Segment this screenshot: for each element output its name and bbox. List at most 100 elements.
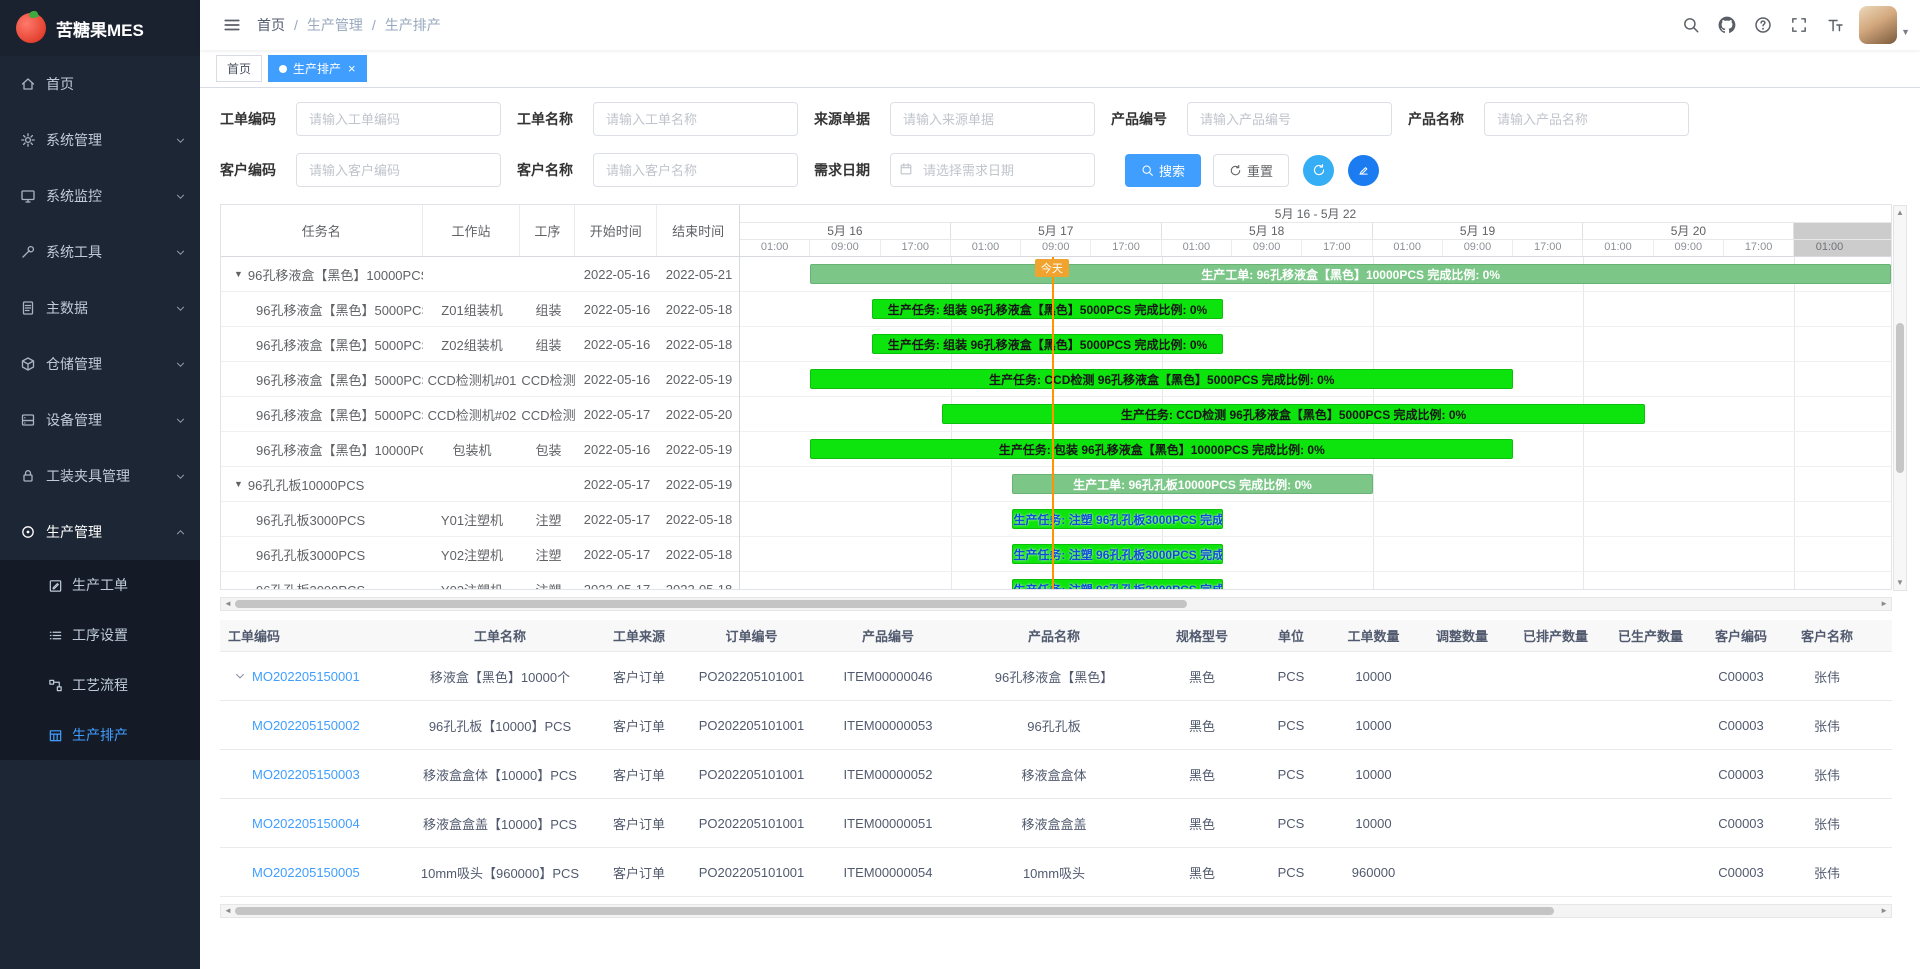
gantt-bar-8[interactable]: 生产任务: 注塑 96孔孔板3000PCS 完成比例: 0% <box>1012 544 1223 564</box>
refresh-circle-button[interactable] <box>1303 155 1334 186</box>
table-column-header-product_name[interactable]: 产品名称 <box>955 626 1153 645</box>
scroll-left-arrow[interactable]: ◄ <box>224 905 232 917</box>
gantt-task-row-2[interactable]: 96孔移液盒【黑色】5000PCSZ02组装机组装2022-05-162022-… <box>221 327 739 362</box>
user-menu[interactable]: ▼ <box>1859 6 1910 44</box>
filter-input-r2-0[interactable] <box>296 153 501 187</box>
sidebar-item-3[interactable]: 系统工具 <box>0 224 200 280</box>
tab-0[interactable]: 首页 <box>216 55 262 82</box>
fullscreen-icon[interactable] <box>1781 0 1817 50</box>
sidebar-item-7[interactable]: 工装夹具管理 <box>0 448 200 504</box>
scrollbar-thumb[interactable] <box>1896 323 1904 473</box>
gantt-bar-2[interactable]: 生产任务: 组装 96孔移液盒【黑色】5000PCS 完成比例: 0% <box>872 334 1223 354</box>
reset-button[interactable]: 重置 <box>1213 154 1289 187</box>
table-column-header-product_code[interactable]: 产品编号 <box>821 626 955 645</box>
table-column-header-demand_date[interactable]: 需求日期 <box>1870 626 1892 645</box>
breadcrumb-item-1[interactable]: 生产管理 <box>307 15 363 35</box>
order-code-link[interactable]: MO202205150002 <box>252 718 360 733</box>
search-button[interactable]: 搜索 <box>1125 154 1201 187</box>
gantt-bar-5[interactable]: 生产任务: 包装 96孔移液盒【黑色】10000PCS 完成比例: 0% <box>810 439 1513 459</box>
edit-circle-button[interactable] <box>1348 155 1379 186</box>
table-column-header-code[interactable]: 工单编码 <box>220 626 404 645</box>
table-column-header-source[interactable]: 工单来源 <box>596 626 682 645</box>
table-column-header-produced_qty[interactable]: 已生产数量 <box>1603 626 1698 645</box>
table-row-0[interactable]: MO202205150001移液盒【黑色】10000个客户订单PO2022051… <box>220 652 1892 701</box>
gantt-bar-0[interactable]: 生产工单: 96孔移液盒【黑色】10000PCS 完成比例: 0% <box>810 264 1891 284</box>
gantt-bar-6[interactable]: 生产工单: 96孔孔板10000PCS 完成比例: 0% <box>1012 474 1372 494</box>
order-code-link[interactable]: MO202205150005 <box>252 865 360 880</box>
font-size-icon[interactable] <box>1817 0 1853 50</box>
tab-close-icon[interactable]: × <box>348 62 356 75</box>
table-row-4[interactable]: MO20220515000510mm吸头【960000】PCS客户订单PO202… <box>220 848 1892 897</box>
filter-input-r1-1[interactable] <box>593 102 798 136</box>
gantt-task-row-7[interactable]: 96孔孔板3000PCSY01注塑机注塑2022-05-172022-05-18 <box>221 502 739 537</box>
avatar[interactable] <box>1859 6 1897 44</box>
sidebar-item-4[interactable]: 主数据 <box>0 280 200 336</box>
filter-input-r1-4[interactable] <box>1484 102 1689 136</box>
scrollbar-thumb[interactable] <box>235 907 1554 915</box>
collapse-caret-icon[interactable]: ▼ <box>234 269 243 279</box>
gantt-column-header-4[interactable]: 结束时间 <box>657 205 739 256</box>
gantt-task-row-5[interactable]: 96孔移液盒【黑色】10000PCS包装机包装2022-05-162022-05… <box>221 432 739 467</box>
filter-input-r2-1[interactable] <box>593 153 798 187</box>
table-horizontal-scrollbar[interactable]: ◄ ► <box>220 904 1892 918</box>
gantt-task-row-9[interactable]: 96孔孔板3000PCSY03注塑机注塑2022-05-172022-05-18 <box>221 572 739 589</box>
filter-input-r2-2[interactable] <box>890 153 1095 187</box>
tab-1[interactable]: 生产排产× <box>268 55 367 82</box>
expand-caret-icon[interactable] <box>234 670 246 682</box>
sidebar-subitem-3[interactable]: 生产排产 <box>0 710 200 760</box>
table-row-3[interactable]: MO202205150004移液盒盒盖【10000】PCS客户订单PO20220… <box>220 799 1892 848</box>
gantt-task-row-4[interactable]: 96孔移液盒【黑色】5000PCSCCD检测机#02CCD检测2022-05-1… <box>221 397 739 432</box>
gantt-bar-4[interactable]: 生产任务: CCD检测 96孔移液盒【黑色】5000PCS 完成比例: 0% <box>942 404 1645 424</box>
help-icon[interactable] <box>1745 0 1781 50</box>
gantt-bar-3[interactable]: 生产任务: CCD检测 96孔移液盒【黑色】5000PCS 完成比例: 0% <box>810 369 1513 389</box>
table-row-2[interactable]: MO202205150003移液盒盒体【10000】PCS客户订单PO20220… <box>220 750 1892 799</box>
sidebar-item-5[interactable]: 仓储管理 <box>0 336 200 392</box>
scrollbar-thumb[interactable] <box>235 600 1187 608</box>
filter-input-r1-3[interactable] <box>1187 102 1392 136</box>
table-column-header-unit[interactable]: 单位 <box>1251 626 1331 645</box>
scroll-left-arrow[interactable]: ◄ <box>224 598 232 610</box>
gantt-bar-7[interactable]: 生产任务: 注塑 96孔孔板3000PCS 完成比例: 0% <box>1012 509 1223 529</box>
scroll-right-arrow[interactable]: ► <box>1880 905 1888 917</box>
filter-input-r1-0[interactable] <box>296 102 501 136</box>
table-row-1[interactable]: MO20220515000296孔孔板【10000】PCS客户订单PO20220… <box>220 701 1892 750</box>
sidebar-item-8[interactable]: 生产管理 <box>0 504 200 560</box>
app-logo[interactable]: 苦糖果MES <box>0 0 200 56</box>
scroll-right-arrow[interactable]: ► <box>1880 598 1888 610</box>
gantt-column-header-3[interactable]: 开始时间 <box>575 205 657 256</box>
sidebar-item-0[interactable]: 首页 <box>0 56 200 112</box>
gantt-task-row-1[interactable]: 96孔移液盒【黑色】5000PCSZ01组装机组装2022-05-162022-… <box>221 292 739 327</box>
gantt-task-row-6[interactable]: ▼96孔孔板10000PCS2022-05-172022-05-19 <box>221 467 739 502</box>
sidebar-subitem-1[interactable]: 工序设置 <box>0 610 200 660</box>
sidebar-item-1[interactable]: 系统管理 <box>0 112 200 168</box>
gantt-task-row-0[interactable]: ▼96孔移液盒【黑色】10000PCS2022-05-162022-05-21 <box>221 257 739 292</box>
table-column-header-name[interactable]: 工单名称 <box>404 626 596 645</box>
order-code-link[interactable]: MO202205150001 <box>252 669 360 684</box>
order-code-link[interactable]: MO202205150003 <box>252 767 360 782</box>
collapse-caret-icon[interactable]: ▼ <box>234 479 243 489</box>
filter-input-r1-2[interactable] <box>890 102 1095 136</box>
github-icon[interactable] <box>1709 0 1745 50</box>
gantt-vertical-scrollbar[interactable]: ▲ ▼ <box>1893 205 1907 591</box>
breadcrumb-item-0[interactable]: 首页 <box>257 15 285 35</box>
table-column-header-scheduled_qty[interactable]: 已排产数量 <box>1508 626 1603 645</box>
gantt-column-header-1[interactable]: 工作站 <box>423 205 521 256</box>
hamburger-icon[interactable] <box>215 0 249 50</box>
table-column-header-order_no[interactable]: 订单编号 <box>682 626 821 645</box>
search-icon[interactable] <box>1673 0 1709 50</box>
scroll-up-arrow[interactable]: ▲ <box>1896 207 1904 219</box>
gantt-bar-1[interactable]: 生产任务: 组装 96孔移液盒【黑色】5000PCS 完成比例: 0% <box>872 299 1223 319</box>
sidebar-item-6[interactable]: 设备管理 <box>0 392 200 448</box>
gantt-column-header-0[interactable]: 任务名 <box>221 205 423 256</box>
table-column-header-qty[interactable]: 工单数量 <box>1331 626 1416 645</box>
sidebar-subitem-0[interactable]: 生产工单 <box>0 560 200 610</box>
table-column-header-customer_code[interactable]: 客户编码 <box>1698 626 1784 645</box>
scroll-down-arrow[interactable]: ▼ <box>1896 577 1904 589</box>
gantt-bar-9[interactable]: 生产任务: 注塑 96孔孔板3000PCS 完成比例: 0% <box>1012 579 1223 589</box>
sidebar-subitem-2[interactable]: 工艺流程 <box>0 660 200 710</box>
gantt-horizontal-scrollbar[interactable]: ◄ ► <box>220 597 1892 611</box>
gantt-task-row-3[interactable]: 96孔移液盒【黑色】5000PCSCCD检测机#01CCD检测2022-05-1… <box>221 362 739 397</box>
table-column-header-customer_name[interactable]: 客户名称 <box>1784 626 1870 645</box>
order-code-link[interactable]: MO202205150004 <box>252 816 360 831</box>
sidebar-item-2[interactable]: 系统监控 <box>0 168 200 224</box>
